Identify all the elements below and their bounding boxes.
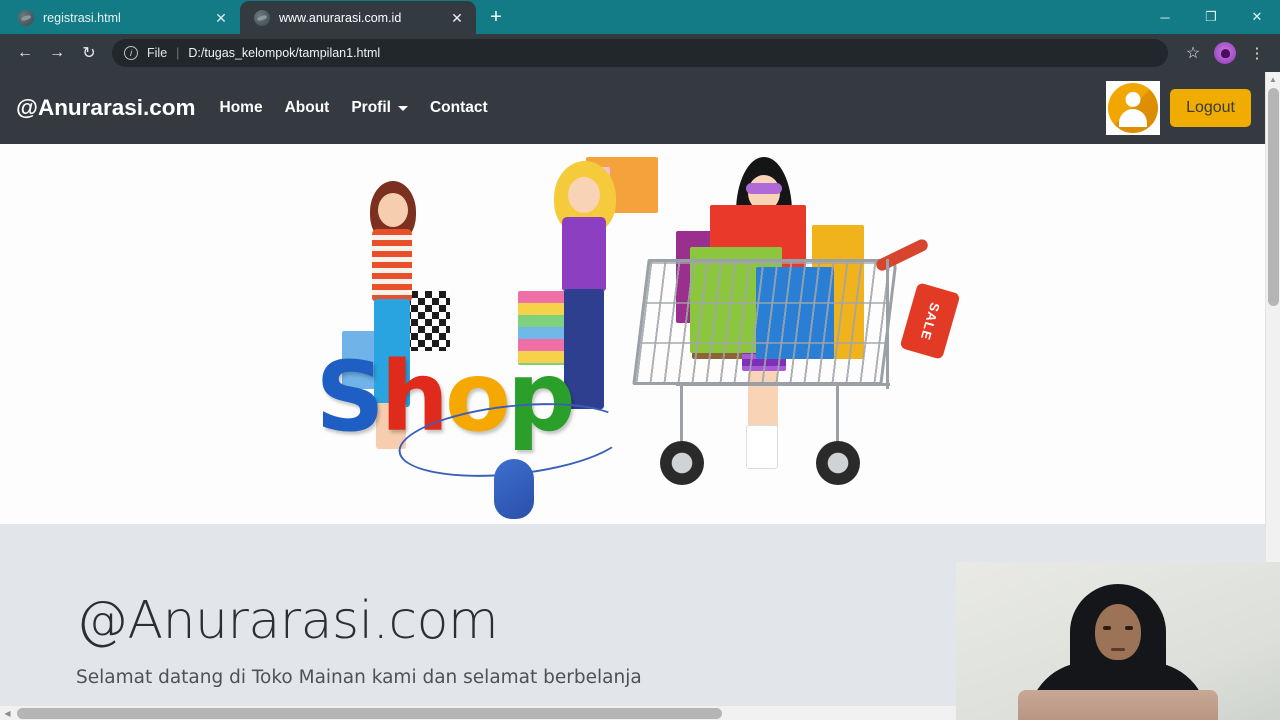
close-icon[interactable]: ✕ <box>212 9 230 27</box>
site-brand[interactable]: @Anurarasi.com <box>16 95 196 121</box>
computer-mouse-icon <box>493 459 534 519</box>
shopping-cart-illustration: SALE <box>631 201 966 501</box>
user-avatar-icon[interactable] <box>1106 81 1161 135</box>
new-tab-button[interactable]: + <box>482 3 510 31</box>
browser-window: registrasi.html ✕ www.anurarasi.com.id ✕… <box>0 0 1280 720</box>
browser-menu-icon[interactable]: ⋮ <box>1242 38 1272 68</box>
nav-links: Home About Profil Contact <box>220 99 488 117</box>
horizontal-scrollbar-thumb[interactable] <box>17 708 722 719</box>
nav-item-profil[interactable]: Profil <box>351 99 408 117</box>
browser-tab-anurarasi[interactable]: www.anurarasi.com.id ✕ <box>240 1 476 34</box>
globe-icon <box>18 9 34 26</box>
site-navbar: @Anurarasi.com Home About Profil Contact <box>0 72 1265 144</box>
window-controls: ─ ❐ ✕ <box>1142 0 1280 34</box>
url-text: D:/tugas_kelompok/tampilan1.html <box>188 46 381 60</box>
shop-letter: S <box>315 341 385 453</box>
url-separator: | <box>176 46 180 60</box>
laptop-icon <box>1018 690 1218 720</box>
minimize-icon[interactable]: ─ <box>1142 0 1188 34</box>
tab-title: registrasi.html <box>43 10 121 25</box>
banner-artwork: Shop SALE <box>308 149 961 519</box>
back-icon[interactable]: ← <box>10 38 40 68</box>
chevron-down-icon <box>397 105 408 111</box>
close-icon[interactable]: ✕ <box>448 9 466 27</box>
browser-tab-registrasi[interactable]: registrasi.html ✕ <box>4 1 240 34</box>
navbar-right-group: Logout <box>1106 81 1251 135</box>
shopping-banner-image: Shop SALE <box>0 144 1265 524</box>
address-bar[interactable]: i File | D:/tugas_kelompok/tampilan1.htm… <box>112 39 1168 67</box>
nav-item-contact[interactable]: Contact <box>430 99 488 117</box>
logout-button[interactable]: Logout <box>1170 89 1251 127</box>
sale-tag: SALE <box>898 282 961 360</box>
close-window-icon[interactable]: ✕ <box>1234 0 1280 34</box>
nav-item-about[interactable]: About <box>285 99 330 117</box>
tab-strip: registrasi.html ✕ www.anurarasi.com.id ✕… <box>0 0 1280 34</box>
url-scheme-label: File <box>147 46 168 60</box>
nav-item-home[interactable]: Home <box>220 99 263 117</box>
nav-item-label: Contact <box>429 99 488 116</box>
nav-item-label: About <box>284 99 330 116</box>
nav-item-label: Home <box>219 99 263 116</box>
tab-title: www.anurarasi.com.id <box>279 10 402 25</box>
presenter-webcam-feed <box>956 562 1280 720</box>
scroll-up-arrow-icon[interactable]: ▲ <box>1266 72 1280 87</box>
info-icon[interactable]: i <box>124 46 138 60</box>
maximize-icon[interactable]: ❐ <box>1188 0 1234 34</box>
profile-avatar-icon[interactable] <box>1214 42 1236 64</box>
bookmark-star-icon[interactable]: ☆ <box>1178 38 1208 68</box>
forward-icon[interactable]: → <box>42 38 72 68</box>
reload-icon[interactable]: ↻ <box>74 38 104 68</box>
globe-icon <box>254 9 270 26</box>
nav-item-label: Profil <box>351 99 391 116</box>
scroll-left-arrow-icon[interactable]: ◀ <box>0 706 15 720</box>
vertical-scrollbar-thumb[interactable] <box>1268 88 1279 306</box>
browser-toolbar: ← → ↻ i File | D:/tugas_kelompok/tampila… <box>0 34 1280 72</box>
sale-tag-label: SALE <box>916 300 943 342</box>
